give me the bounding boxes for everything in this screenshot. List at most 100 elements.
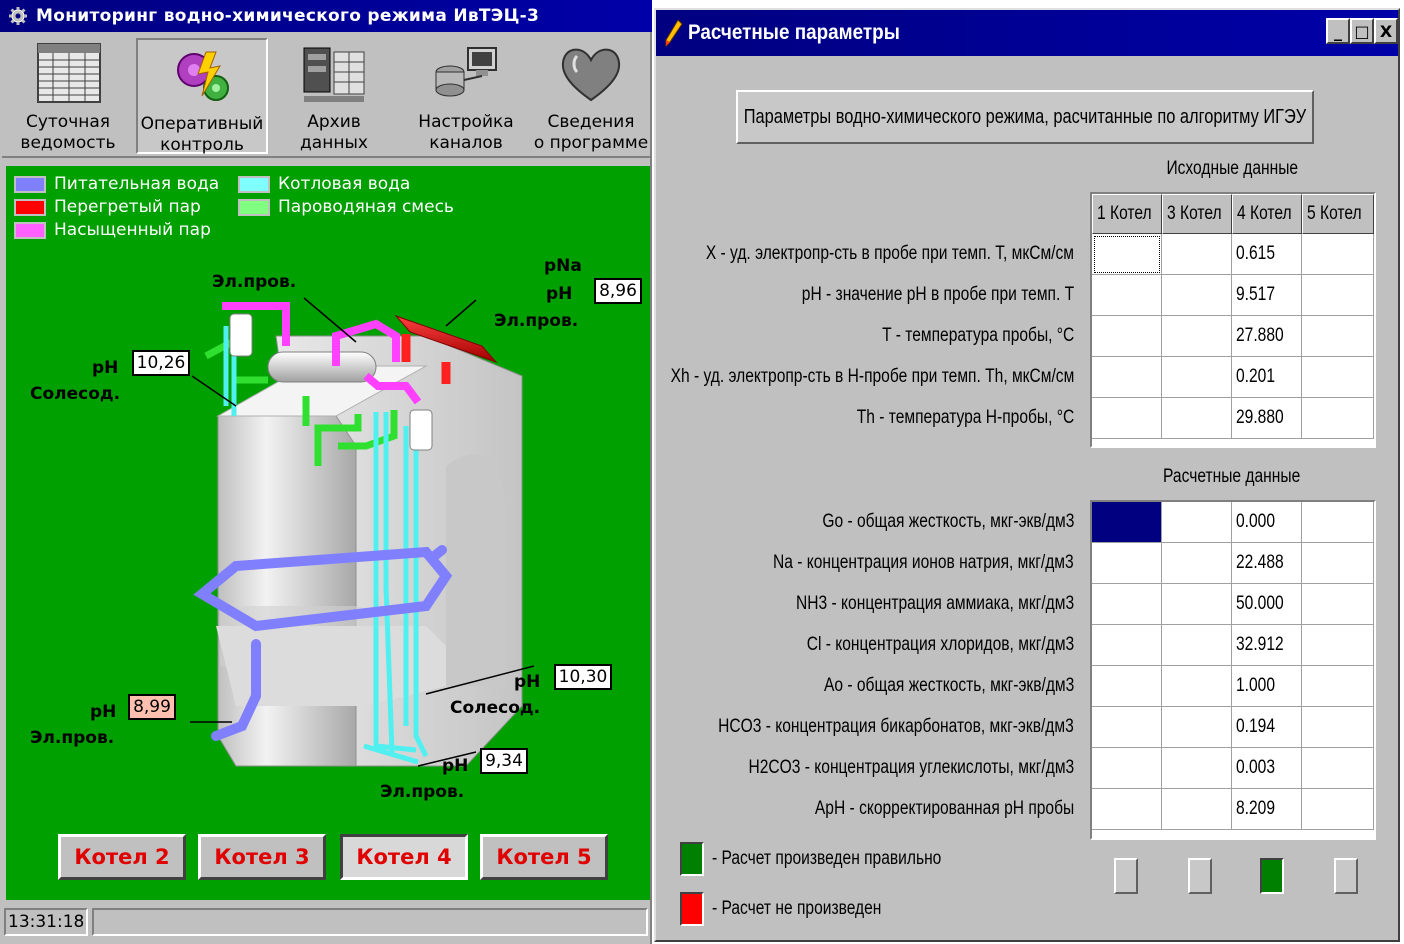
calc-cell[interactable] [1302, 707, 1374, 748]
calc-cell[interactable] [1162, 625, 1232, 666]
calc-cell-value: 8.209 [1236, 798, 1275, 819]
calc-cell[interactable] [1162, 707, 1232, 748]
ph-top-value: 8,96 [594, 278, 642, 304]
calc-cell[interactable] [1092, 625, 1162, 666]
input-cell[interactable] [1302, 398, 1374, 439]
calc-cell[interactable] [1302, 789, 1374, 830]
input-cell[interactable] [1092, 357, 1162, 398]
calc-cell-value: 0.194 [1236, 716, 1275, 737]
daily-report-button[interactable]: Суточная ведомость [2, 38, 134, 154]
column-header-boiler-4[interactable]: 4 Котел [1232, 194, 1302, 234]
calc-cell[interactable] [1092, 789, 1162, 830]
channel-settings-button[interactable]: Настройка каналов [402, 38, 530, 154]
input-cell[interactable] [1162, 234, 1232, 275]
calc-title: Расчетные параметры [688, 21, 900, 44]
calc-cell[interactable]: 50.000 [1232, 584, 1302, 625]
ph-left-value: 10,26 [132, 350, 190, 376]
input-cell-value: 9.517 [1236, 284, 1275, 305]
input-cell[interactable]: 29.880 [1232, 398, 1302, 439]
pna-label: pNa [544, 256, 582, 276]
calculated-data-grid: 0.000 22.488 50.000 32.912 1.000 0.194 0.003 8.… [1090, 500, 1376, 840]
input-cell[interactable] [1302, 234, 1374, 275]
calc-cell[interactable] [1092, 502, 1162, 543]
calc-cell[interactable]: 0.194 [1232, 707, 1302, 748]
ph-top-label: pH [546, 284, 573, 304]
calc-cell[interactable]: 8.209 [1232, 789, 1302, 830]
input-row-label: T - температура пробы, °C [840, 325, 1074, 347]
input-cell[interactable]: 9.517 [1232, 275, 1302, 316]
boiler-2-button[interactable]: Котел 2 [58, 834, 186, 880]
pencil-icon [665, 19, 683, 48]
input-cell[interactable]: 0.201 [1232, 357, 1302, 398]
toolbar-label: Оперативный контроль [140, 114, 264, 155]
monitoring-window: Мониторинг водно-химического режима ИвТЭ… [0, 0, 652, 944]
column-header-boiler-3[interactable]: 3 Котел [1162, 194, 1232, 234]
archive-icon [303, 47, 365, 102]
input-cell[interactable] [1092, 398, 1162, 439]
input-cell[interactable] [1092, 316, 1162, 357]
sensor-cylinder [409, 409, 433, 451]
input-cell[interactable] [1162, 316, 1232, 357]
calc-cell[interactable] [1092, 666, 1162, 707]
calc-cell[interactable]: 32.912 [1232, 625, 1302, 666]
calc-row-label: NH3 - концентрация аммиака, мкг/дм3 [735, 593, 1074, 615]
calc-cell[interactable] [1162, 502, 1232, 543]
ph-feed-value: 8,99 [128, 694, 176, 720]
minimize-button[interactable]: _ [1326, 18, 1350, 44]
input-cell[interactable] [1162, 357, 1232, 398]
boiler-4-button[interactable]: Котел 4 [340, 834, 468, 880]
calc-cell[interactable] [1092, 543, 1162, 584]
calc-cell[interactable]: 0.000 [1232, 502, 1302, 543]
calc-cell[interactable]: 1.000 [1232, 666, 1302, 707]
calc-cell[interactable] [1092, 748, 1162, 789]
algorithm-header-button[interactable]: Параметры водно-химического режима, расч… [736, 90, 1314, 144]
calc-cell[interactable] [1162, 666, 1232, 707]
calc-cell[interactable]: 0.003 [1232, 748, 1302, 789]
indicator-boiler-5 [1334, 858, 1358, 894]
table-icon [37, 43, 101, 103]
status-failed-text: - Расчет не произведен [712, 898, 882, 919]
column-header-boiler-5[interactable]: 5 Котел [1302, 194, 1374, 234]
calc-section-title: Расчетные данные [1092, 466, 1372, 488]
input-cell[interactable] [1302, 357, 1374, 398]
calc-cell[interactable] [1162, 789, 1232, 830]
calc-cell[interactable] [1302, 584, 1374, 625]
close-button[interactable]: X [1374, 18, 1398, 44]
input-row-label: X - уд. электропр-сть в пробе при темп. … [625, 243, 1074, 265]
maximize-button[interactable]: □ [1350, 18, 1374, 44]
calc-cell[interactable] [1302, 625, 1374, 666]
calc-row-label: H2CO3 - концентрация углекислоты, мкг/дм… [677, 757, 1074, 779]
calc-cell[interactable] [1092, 584, 1162, 625]
input-section-title: Исходные данные [1092, 158, 1372, 180]
input-row-label-text: Th - температура H-пробы, °C [856, 406, 1074, 428]
operative-control-button[interactable]: Оперативный контроль [136, 38, 268, 155]
calc-cell[interactable]: 22.488 [1232, 543, 1302, 584]
calc-titlebar: Расчетные параметры _ □ X [656, 10, 1398, 56]
boiler-5-button[interactable]: Котел 5 [480, 834, 608, 880]
input-cell[interactable] [1092, 275, 1162, 316]
boiler-3-button[interactable]: Котел 3 [198, 834, 326, 880]
input-cell[interactable] [1302, 316, 1374, 357]
calc-cell[interactable] [1162, 748, 1232, 789]
calc-cell[interactable] [1302, 502, 1374, 543]
calc-cell[interactable] [1092, 707, 1162, 748]
calc-cell[interactable] [1302, 543, 1374, 584]
input-row-label-text: T - температура пробы, °C [881, 324, 1074, 346]
input-cell[interactable]: 27.880 [1232, 316, 1302, 357]
calc-cell[interactable] [1302, 748, 1374, 789]
input-cell[interactable]: 0.615 [1232, 234, 1302, 275]
input-cell[interactable] [1092, 234, 1162, 275]
input-cell[interactable] [1302, 275, 1374, 316]
gears-icon [177, 51, 229, 101]
algorithm-header-label: Параметры водно-химического режима, расч… [743, 105, 1307, 128]
calc-cell[interactable] [1162, 584, 1232, 625]
calc-cell[interactable] [1302, 666, 1374, 707]
input-cell[interactable] [1162, 275, 1232, 316]
status-bar: 13:31:18 [2, 904, 650, 940]
calc-cell[interactable] [1162, 543, 1232, 584]
calc-row-label: HCO3 - концентрация бикарбонатов, мкг-эк… [640, 716, 1074, 738]
input-cell[interactable] [1162, 398, 1232, 439]
column-header-boiler-1[interactable]: 1 Котел [1092, 194, 1162, 234]
about-button[interactable]: Сведения о программе [532, 38, 650, 154]
data-archive-button[interactable]: Архив данных [270, 38, 398, 154]
